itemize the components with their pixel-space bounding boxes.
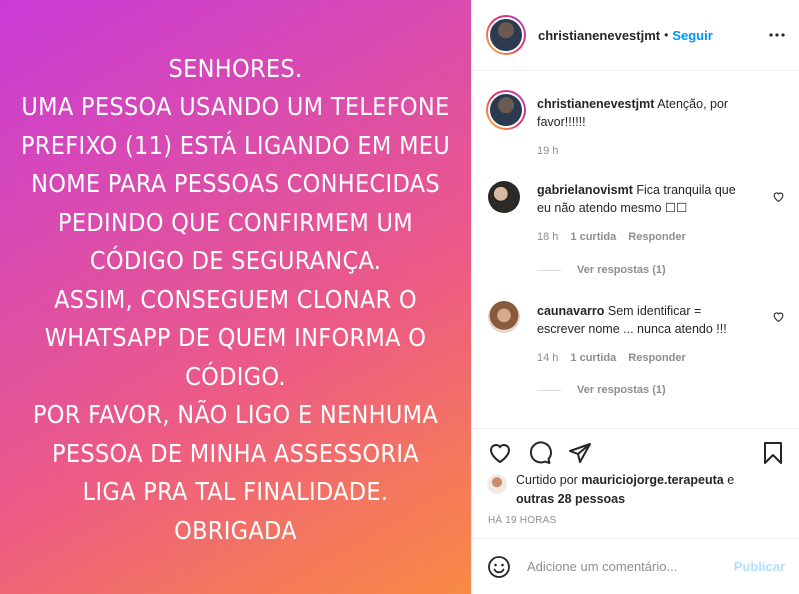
likes-others-link[interactable]: outras 28 pessoas bbox=[516, 492, 625, 506]
likes-summary: Curtido por mauriciojorge.terapeuta e out… bbox=[486, 471, 785, 509]
caption-meta: 19 h bbox=[537, 145, 570, 157]
action-bar bbox=[472, 428, 799, 476]
story-line: SENHORES. bbox=[168, 53, 303, 83]
header-username[interactable]: christianenevestjmt bbox=[538, 28, 660, 43]
post-media[interactable]: SENHORES. UMA PESSOA USANDO UM TELEFONE … bbox=[0, 0, 471, 594]
story-line: WHATSAPP DE QUEM INFORMA O bbox=[44, 323, 427, 353]
bookmark-icon[interactable] bbox=[761, 441, 785, 465]
comments-list: christianenevestjmt Atenção, por favor!!… bbox=[472, 72, 799, 428]
story-line: LIGA PRA TAL FINALIDADE. bbox=[82, 477, 389, 507]
likes-middle: e bbox=[723, 473, 735, 487]
caption-text: christianenevestjmt Atenção, por favor!!… bbox=[537, 95, 752, 131]
comment-text: caunavarro Sem identificar = escrever no… bbox=[537, 302, 752, 338]
post-header: christianenevestjmt • Seguir bbox=[472, 0, 799, 71]
comment-avatar[interactable] bbox=[488, 301, 520, 333]
story-line: ASSIM, CONSEGUEM CLONAR O bbox=[54, 284, 417, 314]
add-comment-bar: Adicione um comentário... Publicar bbox=[471, 538, 799, 594]
separator-dot: • bbox=[664, 28, 669, 42]
likes-prefix: Curtido por bbox=[516, 473, 582, 487]
story-line: CÓDIGO. bbox=[185, 361, 286, 391]
reply-button[interactable]: Responder bbox=[628, 231, 685, 243]
more-options-icon[interactable] bbox=[769, 27, 785, 43]
reply-button[interactable]: Responder bbox=[628, 352, 685, 364]
story-line: PREFIXO (11) ESTÁ LIGANDO EM MEU bbox=[20, 130, 451, 160]
comment-time[interactable]: 14 h bbox=[537, 352, 558, 364]
liker-username[interactable]: mauriciojorge.terapeuta bbox=[581, 473, 723, 487]
post-timestamp[interactable]: HÁ 19 HORAS bbox=[488, 515, 556, 526]
comment-text: gabrielanovismt Fica tranquila que eu nã… bbox=[537, 181, 752, 217]
view-replies-label: Ver respostas (1) bbox=[577, 264, 666, 276]
comment-input[interactable]: Adicione um comentário... bbox=[527, 559, 734, 574]
comment-like-icon[interactable] bbox=[772, 310, 785, 323]
story-line: POR FAVOR, NÃO LIGO E NENHUMA bbox=[32, 400, 439, 430]
comment-likes[interactable]: 1 curtida bbox=[570, 352, 616, 364]
liker-avatar[interactable] bbox=[487, 474, 507, 494]
emoji-icon[interactable] bbox=[487, 555, 511, 579]
story-line: OBRIGADA bbox=[174, 515, 297, 545]
story-line: CÓDIGO DE SEGURANÇA. bbox=[89, 246, 382, 276]
comment-icon[interactable] bbox=[528, 441, 552, 465]
comment-meta: 14 h 1 curtida Responder bbox=[537, 352, 698, 364]
comment-time[interactable]: 18 h bbox=[537, 231, 558, 243]
story-line: UMA PESSOA USANDO UM TELEFONE bbox=[21, 92, 450, 122]
view-replies-button[interactable]: Ver respostas (1) bbox=[537, 264, 666, 276]
story-line: PEDINDO QUE CONFIRMEM UM bbox=[58, 207, 413, 237]
story-line: PESSOA DE MINHA ASSESSORIA bbox=[52, 438, 419, 468]
caption-username[interactable]: christianenevestjmt bbox=[537, 97, 654, 111]
share-icon[interactable] bbox=[568, 441, 592, 465]
story-text: SENHORES. UMA PESSOA USANDO UM TELEFONE … bbox=[21, 50, 450, 551]
avatar[interactable] bbox=[486, 15, 526, 55]
story-line: NOME PARA PESSOAS CONHECIDAS bbox=[31, 169, 440, 199]
heart-icon[interactable] bbox=[488, 441, 512, 465]
caption-time[interactable]: 19 h bbox=[537, 145, 558, 157]
comment-likes[interactable]: 1 curtida bbox=[570, 231, 616, 243]
comment-avatar[interactable] bbox=[488, 181, 520, 213]
follow-button[interactable]: Seguir bbox=[672, 28, 712, 43]
publish-button[interactable]: Publicar bbox=[734, 559, 785, 574]
caption-avatar[interactable] bbox=[486, 90, 526, 130]
comment-like-icon[interactable] bbox=[772, 190, 785, 203]
comment-username[interactable]: gabrielanovismt bbox=[537, 183, 633, 197]
comment-username[interactable]: caunavarro bbox=[537, 304, 604, 318]
post-side-panel: christianenevestjmt • Seguir christianen… bbox=[471, 0, 799, 594]
comment-meta: 18 h 1 curtida Responder bbox=[537, 231, 698, 243]
view-replies-button[interactable]: Ver respostas (1) bbox=[537, 384, 666, 396]
view-replies-label: Ver respostas (1) bbox=[577, 384, 666, 396]
